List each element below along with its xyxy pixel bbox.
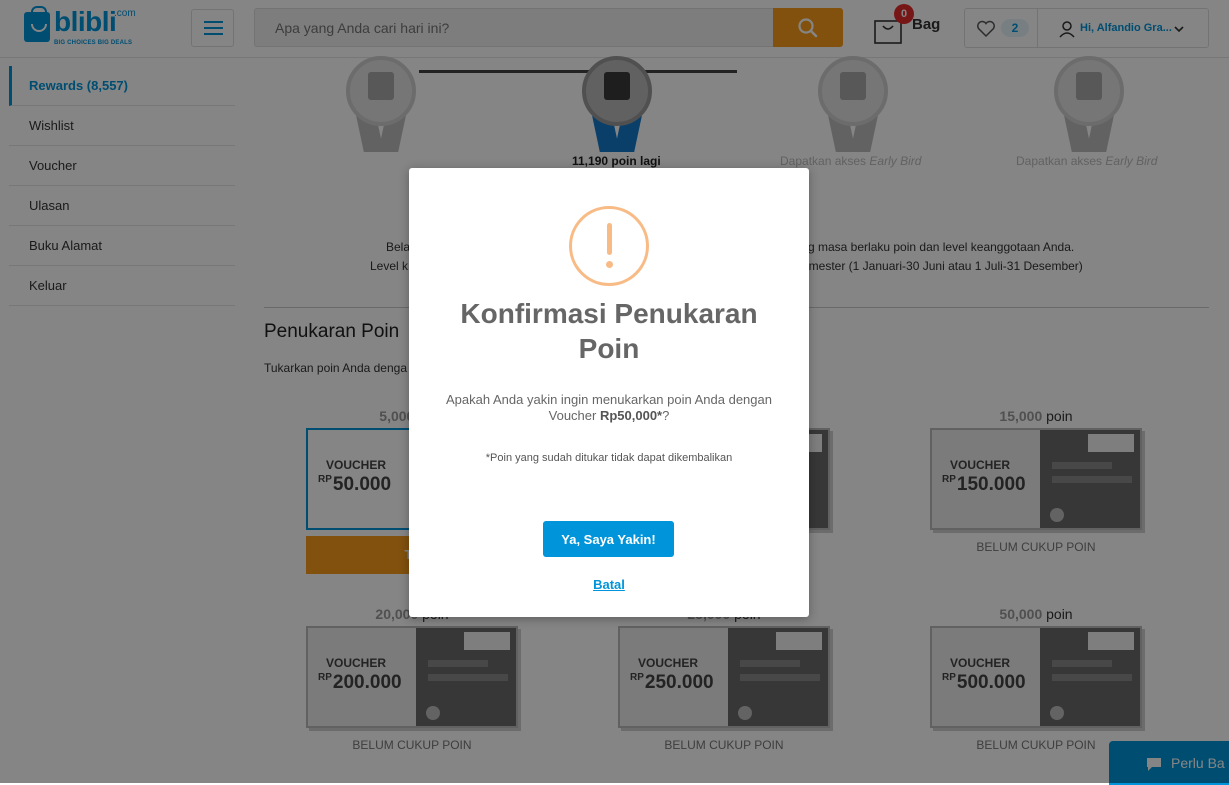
cancel-link[interactable]: Batal (409, 577, 809, 592)
warning-icon (569, 206, 649, 286)
modal-note: *Poin yang sudah ditukar tidak dapat dik… (485, 452, 733, 464)
confirm-button[interactable]: Ya, Saya Yakin! (543, 521, 674, 557)
redeem-confirmation-modal: Konfirmasi Penukaran Poin Apakah Anda ya… (409, 168, 809, 617)
modal-title: Konfirmasi Penukaran Poin (460, 298, 758, 364)
modal-message: Apakah Anda yakin ingin menukarkan poin … (446, 392, 772, 423)
